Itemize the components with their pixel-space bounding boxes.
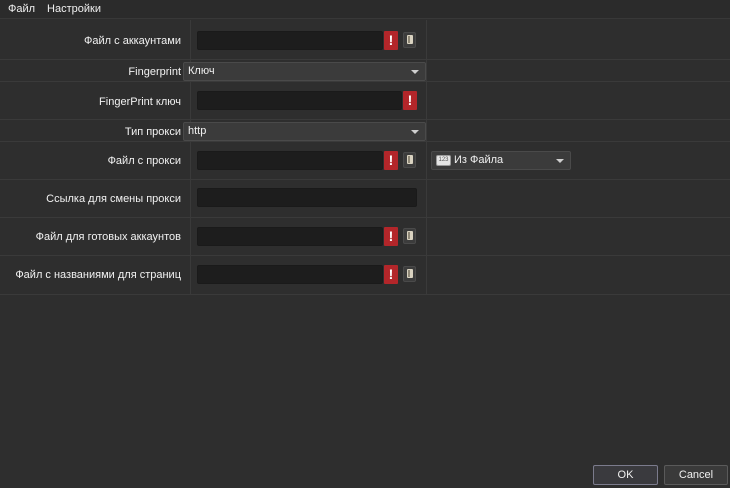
fingerprint-label: Fingerprint <box>128 66 181 78</box>
numbers-icon: 123 <box>436 155 451 166</box>
fingerprint-key-label: FingerPrint ключ <box>99 96 181 108</box>
menu-file[interactable]: Файл <box>8 3 35 15</box>
page-names-file-label: Файл с названиями для страниц <box>15 269 181 281</box>
row-proxy-type: Тип прокси http <box>0 120 730 142</box>
chevron-down-icon <box>556 159 564 163</box>
proxy-type-label: Тип прокси <box>124 126 181 138</box>
browse-file-icon[interactable] <box>403 152 416 168</box>
browse-file-icon[interactable] <box>403 266 416 282</box>
warning-icon: ! <box>384 31 398 50</box>
proxy-file-input[interactable] <box>197 151 383 170</box>
row-page-names-file: Файл с названиями для страниц ! <box>0 256 730 295</box>
fingerprint-select[interactable]: Ключ <box>183 62 426 81</box>
browse-file-icon[interactable] <box>403 228 416 244</box>
warning-icon: ! <box>384 265 398 284</box>
warning-icon: ! <box>384 151 398 170</box>
proxy-source-select[interactable]: 123 Из Файла <box>431 151 571 170</box>
row-proxy-change-link: Ссылка для смены прокси <box>0 180 730 218</box>
fingerprint-selected-value: Ключ <box>188 65 215 77</box>
cancel-button[interactable]: Cancel <box>664 465 728 485</box>
ok-button[interactable]: OK <box>593 465 658 485</box>
menu-settings[interactable]: Настройки <box>47 3 101 15</box>
row-proxy-file: Файл с прокси ! 123 Из Файла <box>0 142 730 180</box>
proxy-change-link-input[interactable] <box>197 188 417 207</box>
proxy-type-selected-value: http <box>188 125 207 137</box>
proxy-change-link-label: Ссылка для смены прокси <box>46 193 181 205</box>
chevron-down-icon <box>411 70 419 74</box>
accounts-file-input[interactable] <box>197 31 383 50</box>
proxy-type-select[interactable]: http <box>183 122 426 141</box>
proxy-source-selected-value: Из Файла <box>454 154 504 166</box>
ready-accounts-file-label: Файл для готовых аккаунтов <box>35 231 181 243</box>
fingerprint-key-input[interactable] <box>197 91 402 110</box>
menu-bar: Файл Настройки <box>0 0 730 19</box>
row-fingerprint: Fingerprint Ключ <box>0 60 730 82</box>
warning-icon: ! <box>384 227 398 246</box>
row-ready-accounts-file: Файл для готовых аккаунтов ! <box>0 218 730 256</box>
accounts-file-label: Файл с аккаунтами <box>84 35 181 47</box>
warning-icon: ! <box>403 91 417 110</box>
row-accounts-file: Файл с аккаунтами ! <box>0 22 730 60</box>
page-names-file-input[interactable] <box>197 265 383 284</box>
browse-file-icon[interactable] <box>403 32 416 48</box>
ready-accounts-file-input[interactable] <box>197 227 383 246</box>
row-fingerprint-key: FingerPrint ключ ! <box>0 82 730 120</box>
chevron-down-icon <box>411 130 419 134</box>
proxy-file-label: Файл с прокси <box>107 155 181 167</box>
